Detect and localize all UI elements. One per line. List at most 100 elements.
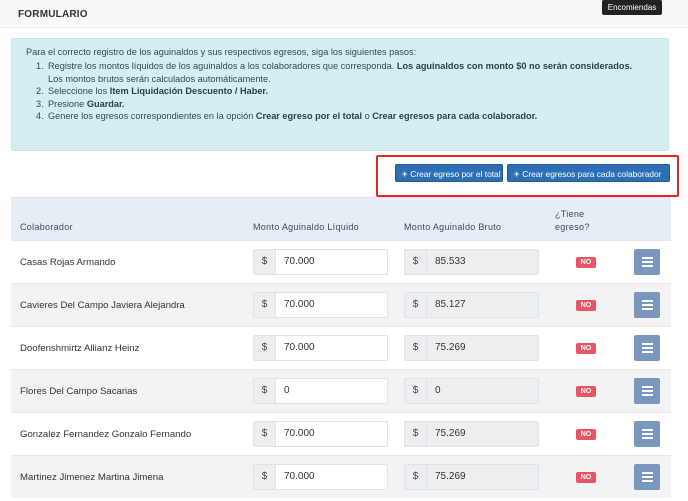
currency-addon: $ bbox=[405, 336, 427, 360]
instruction-step: 2. Seleccione los Item Liquidación Descue… bbox=[36, 86, 269, 97]
menu-icon-bar bbox=[641, 429, 653, 431]
colaborador-name: Casas Rojas Armando bbox=[20, 257, 116, 268]
egreso-status-badge: NO bbox=[576, 472, 596, 483]
monto-liquido-input[interactable]: $70.000 bbox=[253, 249, 388, 275]
menu-icon-bar bbox=[641, 261, 653, 263]
monto-bruto-field: $85.533 bbox=[404, 249, 539, 275]
menu-icon-bar bbox=[641, 308, 653, 310]
menu-icon-bar bbox=[641, 394, 653, 396]
monto-liquido-value[interactable]: 70.000 bbox=[276, 293, 387, 317]
currency-addon: $ bbox=[254, 379, 276, 403]
instruction-emphasis: Los aguinaldos con monto $0 no serán con… bbox=[396, 61, 633, 71]
monto-bruto-value: 85.127 bbox=[427, 293, 538, 317]
table-row: Martinez Jimenez Martina Jimena $70.000 $7… bbox=[11, 455, 671, 498]
header-monto-bruto: Monto Aguinaldo Bruto bbox=[404, 222, 502, 232]
instruction-emphasis: Crear egresos para cada colaborador. bbox=[372, 111, 538, 122]
instructions-intro: Para el correcto registro de los aguinal… bbox=[26, 47, 417, 57]
egreso-status-badge: NO bbox=[576, 343, 596, 354]
instructions-alert: Para el correcto registro de los aguinal… bbox=[11, 38, 669, 151]
table-row: Gonzalez Fernandez Gonzalo Fernando $70.0… bbox=[11, 412, 671, 455]
create-total-egress-button[interactable]: + Crear egreso por el total bbox=[395, 164, 503, 182]
instruction-text: o bbox=[362, 111, 373, 122]
row-menu-button[interactable] bbox=[634, 292, 660, 318]
plus-icon: + bbox=[514, 169, 520, 179]
monto-liquido-input[interactable]: $0 bbox=[253, 378, 388, 404]
table-body: Casas Rojas Armando $70.000 $85.533 NO Cavie… bbox=[11, 240, 671, 498]
colaborador-name: Martinez Jimenez Martina Jimena bbox=[20, 472, 164, 483]
currency-addon: $ bbox=[254, 422, 276, 446]
instruction-step: 1. Registre los montos líquidos de los ag… bbox=[36, 61, 633, 84]
header-colaborador: Colaborador bbox=[20, 222, 73, 232]
instruction-step: 3. Presione Guardar. bbox=[36, 98, 125, 109]
instruction-emphasis: Item Liquidación Descuento / Haber. bbox=[109, 86, 269, 97]
currency-addon: $ bbox=[405, 422, 427, 446]
menu-icon-bar bbox=[641, 476, 653, 478]
menu-icon-bar bbox=[641, 351, 653, 353]
menu-icon-bar bbox=[641, 437, 653, 439]
menu-icon-bar bbox=[641, 386, 653, 388]
colaborador-name: Flores Del Campo Sacarias bbox=[20, 386, 138, 397]
currency-addon: $ bbox=[405, 379, 427, 403]
colaborador-name: Gonzalez Fernandez Gonzalo Fernando bbox=[20, 429, 192, 440]
egreso-status-badge: NO bbox=[576, 257, 596, 268]
monto-bruto-field: $75.269 bbox=[404, 335, 539, 361]
instruction-text: Registre los montos líquidos de los agui… bbox=[48, 61, 397, 71]
monto-liquido-input[interactable]: $70.000 bbox=[253, 292, 388, 318]
egreso-status-badge: NO bbox=[576, 386, 596, 397]
instruction-text: Los montos brutos serán calculados autom… bbox=[48, 73, 271, 84]
monto-liquido-value[interactable]: 70.000 bbox=[276, 336, 387, 360]
monto-bruto-value: 75.269 bbox=[427, 336, 538, 360]
row-menu-button[interactable] bbox=[634, 249, 660, 275]
monto-bruto-value: 75.269 bbox=[427, 422, 538, 446]
table-row: Flores Del Campo Sacarias $0 $0 NO bbox=[11, 369, 671, 412]
monto-liquido-value[interactable]: 70.000 bbox=[276, 465, 387, 489]
colaborador-name: Cavieres Del Campo Javiera Alejandra bbox=[20, 300, 185, 311]
monto-liquido-input[interactable]: $70.000 bbox=[253, 335, 388, 361]
instruction-step: 4. Genere los egresos correspondientes en… bbox=[36, 111, 538, 122]
instruction-text: Genere los egresos correspondientes en l… bbox=[48, 111, 256, 122]
instruction-emphasis: Guardar. bbox=[86, 98, 125, 109]
currency-addon: $ bbox=[254, 250, 276, 274]
aguinaldos-table: Colaborador Monto Aguinaldo Líquido Mont… bbox=[11, 197, 671, 498]
row-menu-button[interactable] bbox=[634, 335, 660, 361]
monto-bruto-value: 85.533 bbox=[427, 250, 538, 274]
table-row: Doofenshmirtz Allianz Heinz $70.000 $75.26… bbox=[11, 326, 671, 369]
monto-liquido-value[interactable]: 70.000 bbox=[276, 422, 387, 446]
monto-bruto-field: $85.127 bbox=[404, 292, 539, 318]
plus-icon: + bbox=[402, 169, 408, 179]
instruction-text: Seleccione los bbox=[48, 86, 110, 97]
monto-bruto-value: 0 bbox=[427, 379, 538, 403]
monto-liquido-value[interactable]: 0 bbox=[276, 379, 387, 403]
menu-icon-bar bbox=[641, 343, 653, 345]
row-menu-button[interactable] bbox=[634, 378, 660, 404]
menu-icon-bar bbox=[641, 265, 653, 267]
monto-bruto-field: $75.269 bbox=[404, 421, 539, 447]
monto-liquido-value[interactable]: 70.000 bbox=[276, 250, 387, 274]
instruction-text: Presione bbox=[48, 98, 87, 109]
tooltip-encomiendas: Encomiendas bbox=[602, 0, 662, 15]
monto-liquido-input[interactable]: $70.000 bbox=[253, 421, 388, 447]
instructions-steps: 1. Registre los montos líquidos de los ag… bbox=[36, 60, 632, 123]
menu-icon-bar bbox=[641, 480, 653, 482]
instruction-emphasis: Crear egreso por el total bbox=[255, 111, 363, 122]
menu-icon-bar bbox=[641, 347, 653, 349]
menu-icon-bar bbox=[641, 472, 653, 474]
monto-liquido-input[interactable]: $70.000 bbox=[253, 464, 388, 490]
monto-bruto-field: $0 bbox=[404, 378, 539, 404]
header-tiene-egreso: ¿Tiene egreso? bbox=[555, 209, 590, 232]
menu-icon-bar bbox=[641, 433, 653, 435]
egreso-status-badge: NO bbox=[576, 429, 596, 440]
monto-bruto-value: 75.269 bbox=[427, 465, 538, 489]
menu-icon-bar bbox=[641, 304, 653, 306]
currency-addon: $ bbox=[254, 465, 276, 489]
row-menu-button[interactable] bbox=[634, 421, 660, 447]
table-row: Casas Rojas Armando $70.000 $85.533 NO bbox=[11, 240, 671, 283]
table-header: Colaborador Monto Aguinaldo Líquido Mont… bbox=[11, 197, 671, 240]
currency-addon: $ bbox=[405, 465, 427, 489]
header-monto-liquido: Monto Aguinaldo Líquido bbox=[253, 222, 359, 232]
create-each-egress-button[interactable]: + Crear egresos para cada colaborador bbox=[507, 164, 670, 182]
currency-addon: $ bbox=[254, 336, 276, 360]
currency-addon: $ bbox=[405, 293, 427, 317]
currency-addon: $ bbox=[405, 250, 427, 274]
row-menu-button[interactable] bbox=[634, 464, 660, 490]
